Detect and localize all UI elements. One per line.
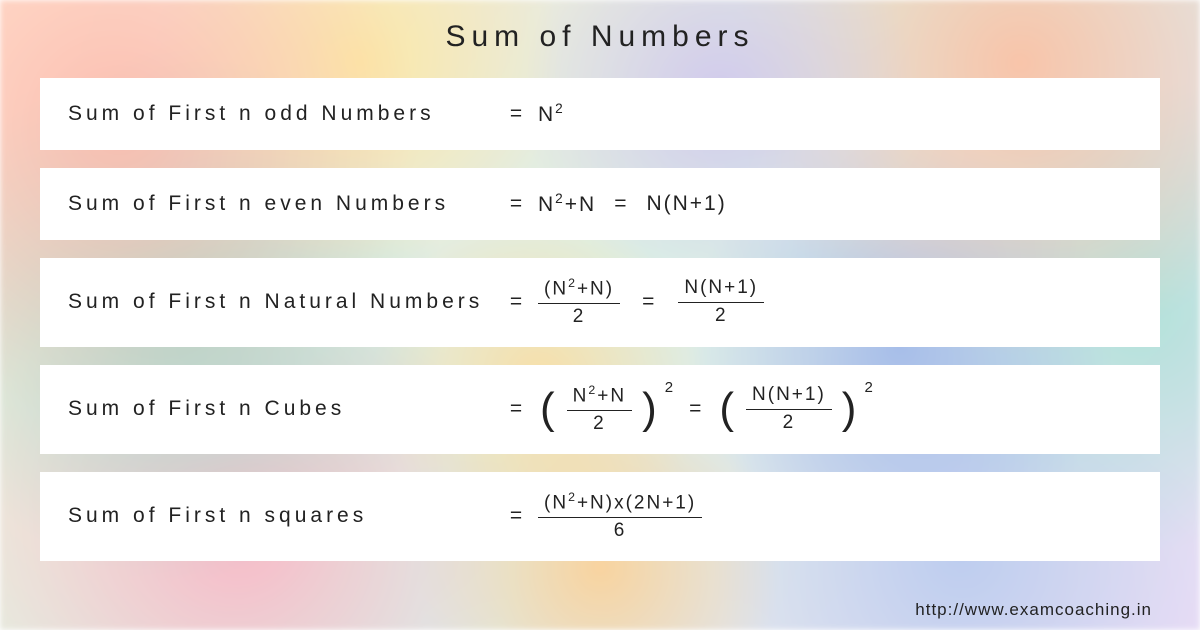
fraction-denominator: 2 [715,303,728,328]
fraction-numerator: N(N+1) [678,277,764,303]
formula-row-natural: Sum of First n Natural Numbers = (N2+N) … [40,258,1160,347]
equals-sign: = [498,504,538,528]
paren-open: ( [538,387,559,431]
paren-close: ) [840,387,861,431]
formula-text: N2+N [538,191,596,217]
formula-value: ( N2+N 2 ) 2 = ( N(N+1) 2 ) 2 [538,383,875,436]
formula-label: Sum of First n Cubes [68,397,498,421]
equals-sign: = [498,290,538,314]
formula-value: N2+N = N(N+1) [538,191,727,217]
formula-value: (N2+N) 2 = N(N+1) 2 [538,276,764,329]
formula-value: (N2+N)x(2N+1) 6 [538,490,702,543]
paren-open: ( [717,387,738,431]
formula-label: Sum of First n odd Numbers [68,102,498,126]
fraction: (N2+N)x(2N+1) 6 [538,490,702,543]
formula-label: Sum of First n even Numbers [68,192,498,216]
fraction-denominator: 2 [573,304,586,329]
content-wrapper: Sum of Numbers Sum of First n odd Number… [0,0,1200,630]
formula-row-even: Sum of First n even Numbers = N2+N = N(N… [40,168,1160,240]
fraction: (N2+N) 2 [538,276,620,329]
fraction-denominator: 2 [783,410,796,435]
exponent: 2 [665,379,675,396]
fraction-numerator: (N2+N)x(2N+1) [538,490,702,518]
equals-sign: = [498,397,538,421]
formula-row-cubes: Sum of First n Cubes = ( N2+N 2 ) 2 = ( … [40,365,1160,454]
formula-label: Sum of First n squares [68,504,498,528]
footer-link[interactable]: http://www.examcoaching.in [40,590,1160,620]
formula-value: N2 [538,101,565,127]
page-title: Sum of Numbers [40,20,1160,54]
formula-label: Sum of First n Natural Numbers [68,290,498,314]
fraction-numerator: N2+N [567,383,632,411]
equals-sign: = [628,290,670,314]
formula-text: N2 [538,101,565,127]
formula-text: N(N+1) [646,192,726,216]
formula-row-squares: Sum of First n squares = (N2+N)x(2N+1) 6 [40,472,1160,561]
fraction: N(N+1) 2 [746,384,832,435]
fraction: N2+N 2 [567,383,632,436]
equals-sign: = [683,397,709,421]
fraction-numerator: N(N+1) [746,384,832,410]
fraction-numerator: (N2+N) [538,276,620,304]
fraction-denominator: 2 [593,411,606,436]
fraction: N(N+1) 2 [678,277,764,328]
equals-sign: = [498,192,538,216]
formula-row-odd: Sum of First n odd Numbers = N2 [40,78,1160,150]
equals-sign: = [604,192,638,216]
formula-list: Sum of First n odd Numbers = N2 Sum of F… [40,78,1160,590]
exponent: 2 [864,379,874,396]
fraction-denominator: 6 [614,518,627,543]
paren-close: ) [640,387,661,431]
equals-sign: = [498,102,538,126]
